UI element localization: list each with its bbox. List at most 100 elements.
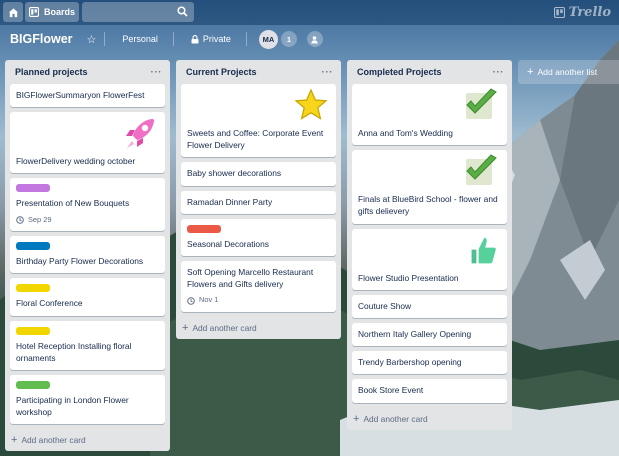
add-card-button[interactable]: + Add another card	[176, 317, 341, 339]
board-title[interactable]: BIGFlower	[10, 32, 73, 46]
card-sticker-area	[358, 234, 501, 270]
list-title[interactable]: Current Projects	[186, 67, 257, 77]
card[interactable]: Anna and Tom's Wedding	[352, 84, 507, 146]
card[interactable]: Flower Studio Presentation	[352, 228, 507, 290]
trello-logo[interactable]: Trello	[553, 4, 611, 20]
card-title: Sweets and Coffee: Corporate Event Flowe…	[187, 128, 324, 151]
team-visibility-button[interactable]: Personal	[115, 29, 165, 49]
add-card-button[interactable]: + Add another card	[347, 408, 512, 430]
card[interactable]: Birthday Party Flower Decorations	[10, 236, 165, 274]
header-divider	[172, 32, 174, 46]
card[interactable]: FlowerDelivery wedding october	[10, 112, 165, 174]
invite-member-button[interactable]	[306, 31, 323, 47]
list-menu-icon[interactable]: ···	[493, 67, 505, 78]
card-title: Book Store Event	[358, 385, 424, 396]
card-sticker-area	[358, 88, 501, 125]
card-title: Presentation of New Bouquets	[16, 198, 130, 209]
trello-logo-icon	[553, 6, 565, 18]
card-due-date[interactable]: Nov 1	[187, 295, 330, 306]
card[interactable]: Couture Show	[352, 294, 507, 318]
add-card-label: Add another card	[21, 435, 86, 446]
card-title: Anna and Tom's Wedding	[358, 128, 453, 138]
card-title: Floral Conference	[16, 298, 83, 309]
card[interactable]: Seasonal Decorations	[181, 218, 336, 256]
privacy-label: Private	[202, 34, 231, 44]
list-title[interactable]: Completed Projects	[357, 67, 442, 77]
top-nav-bar: Boards Trello	[0, 0, 619, 25]
star-board-icon[interactable]: ☆	[87, 33, 97, 46]
card[interactable]: Floral Conference	[10, 278, 165, 316]
home-button[interactable]	[3, 2, 23, 22]
card[interactable]: Trendy Barbershop opening	[352, 351, 507, 375]
card[interactable]: Participating in London Flower workshop	[10, 375, 165, 425]
card-title: FlowerDelivery wedding october	[16, 156, 136, 167]
card-label-yellow[interactable]	[16, 326, 50, 335]
board-header: BIGFlower ☆ Personal Private MA 1	[0, 25, 619, 53]
plus-icon: +	[11, 434, 18, 447]
boards-button-label: Boards	[43, 7, 75, 17]
team-visibility-label: Personal	[122, 34, 158, 44]
boards-button[interactable]: Boards	[25, 2, 79, 22]
check-sticker-icon	[466, 154, 497, 186]
card[interactable]: Finals at BlueBird School - flower and g…	[352, 150, 507, 224]
add-list-label: Add another list	[537, 67, 598, 77]
header-divider	[245, 32, 247, 46]
search-box	[82, 2, 194, 22]
card-title: Baby shower decorations	[187, 168, 282, 179]
card[interactable]: Hotel Reception Installing floral orname…	[10, 320, 165, 371]
card[interactable]: Sweets and Coffee: Corporate Event Flowe…	[181, 84, 336, 158]
list-header: Planned projects ···	[5, 60, 170, 84]
card-title: Birthday Party Flower Decorations	[16, 256, 144, 267]
card-container: Sweets and Coffee: Corporate Event Flowe…	[176, 84, 341, 313]
card-title: Seasonal Decorations	[187, 238, 269, 249]
plus-icon: +	[527, 66, 534, 78]
member-count-badge[interactable]: 1	[280, 31, 297, 47]
card[interactable]: Baby shower decorations	[181, 162, 336, 186]
plus-icon: +	[353, 412, 360, 425]
search-input[interactable]	[82, 2, 174, 22]
card[interactable]: Soft Opening Marcello Restaurant Flowers…	[181, 260, 336, 313]
trello-logo-text: Trello	[568, 4, 611, 20]
list-menu-icon[interactable]: ···	[151, 67, 163, 78]
list-current-projects: Current Projects ··· Sweets and Coffee: …	[176, 60, 341, 340]
card-label-yellow[interactable]	[16, 284, 50, 293]
add-card-button[interactable]: + Add another card	[5, 429, 170, 451]
search-icon[interactable]	[177, 6, 188, 17]
card-label-blue[interactable]	[16, 242, 50, 251]
check-sticker-icon	[466, 88, 497, 119]
card-title: BIGFlowerSummaryon FlowerFest	[16, 90, 145, 100]
clock-icon	[187, 296, 195, 305]
header-divider	[104, 32, 106, 46]
card-title: Trendy Barbershop opening	[358, 357, 462, 368]
card-label-purple[interactable]	[16, 184, 50, 193]
card[interactable]: Presentation of New Bouquets Sep 29	[10, 178, 165, 232]
card[interactable]: Northern Italy Gallery Opening	[352, 322, 507, 347]
card[interactable]: Ramadan Dinner Party	[181, 190, 336, 214]
due-date-text: Nov 1	[199, 295, 219, 305]
due-date-text: Sep 29	[28, 214, 52, 224]
add-list-button[interactable]: + Add another list	[518, 60, 619, 84]
card-sticker-area	[16, 117, 159, 153]
card[interactable]: BIGFlowerSummaryon FlowerFest	[10, 84, 165, 108]
card[interactable]: Book Store Event	[352, 379, 507, 403]
card-title: Hotel Reception Installing floral orname…	[16, 340, 132, 363]
list-header: Current Projects ···	[176, 60, 341, 84]
invite-person-icon	[311, 35, 319, 43]
list-completed-projects: Completed Projects ··· Anna and Tom's We…	[347, 60, 512, 430]
plus-icon: +	[182, 322, 189, 335]
card-title: Flower Studio Presentation	[358, 272, 459, 283]
home-icon	[8, 7, 18, 17]
card-container: Anna and Tom's Wedding Finals at BlueBir…	[347, 84, 512, 403]
card-sticker-area	[187, 88, 330, 125]
list-planned-projects: Planned projects ··· BIGFlowerSummaryon …	[5, 60, 170, 452]
card-label-green[interactable]	[16, 381, 50, 390]
add-card-label: Add another card	[192, 323, 257, 334]
member-avatar[interactable]: MA	[258, 29, 278, 49]
list-title[interactable]: Planned projects	[15, 67, 88, 77]
list-menu-icon[interactable]: ···	[322, 67, 334, 78]
card-label-red[interactable]	[187, 224, 221, 233]
privacy-button[interactable]: Private	[184, 29, 238, 49]
card-title: Ramadan Dinner Party	[187, 196, 273, 207]
card-due-date[interactable]: Sep 29	[16, 215, 159, 226]
card-title: Soft Opening Marcello Restaurant Flowers…	[187, 266, 314, 290]
